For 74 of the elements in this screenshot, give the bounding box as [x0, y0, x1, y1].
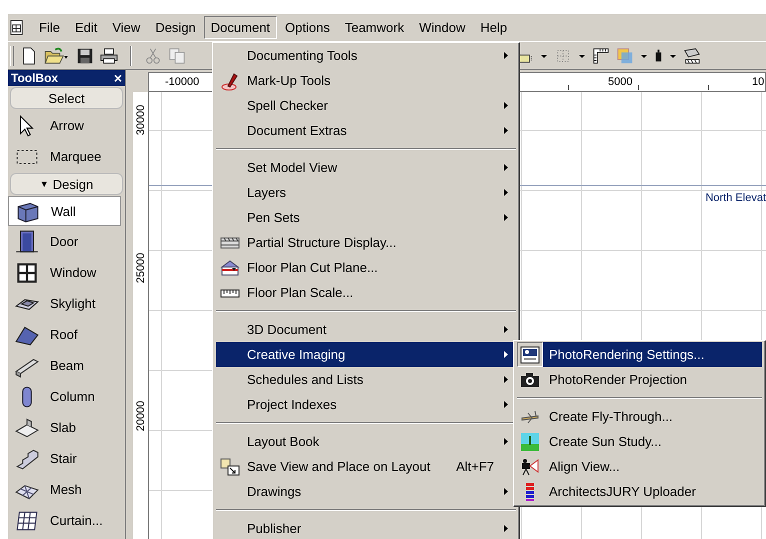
menu-item[interactable]: Layout Book [216, 429, 516, 454]
menu-item[interactable]: Document [204, 16, 278, 39]
menu-item[interactable]: Floor Plan Cut Plane... [216, 255, 516, 280]
menu-item[interactable]: Help [473, 16, 514, 39]
tool-item[interactable]: Marquee [8, 141, 125, 172]
menu-item[interactable]: Project Indexes [216, 392, 516, 417]
ruler-label: 25000 [135, 252, 147, 286]
ruler-label: -10000 [165, 76, 200, 88]
tool-item[interactable]: Stair [8, 443, 125, 474]
hatch-tool-icon[interactable] [683, 46, 701, 64]
movie-camera-icon [520, 456, 540, 476]
menu-item[interactable]: Drawings [216, 479, 516, 504]
sun-landscape-icon [520, 432, 540, 452]
tool-item[interactable]: Window [8, 257, 125, 288]
tool-group-header[interactable]: Select [10, 87, 123, 109]
menu-item[interactable]: Design [148, 16, 203, 39]
panel-title: ToolBox [11, 71, 58, 85]
menu-item[interactable]: Publisher [216, 516, 516, 539]
pen-icon [220, 70, 240, 90]
menu-item[interactable]: Edit [68, 16, 104, 39]
door-icon [14, 228, 40, 254]
group-label: Select [48, 90, 85, 106]
menu-item[interactable]: ArchitectsJURY Uploader [517, 479, 762, 504]
menu-item[interactable]: Layers [216, 180, 516, 205]
tool-item[interactable]: Beam [8, 350, 125, 381]
app-icon[interactable] [10, 19, 24, 36]
menu-item[interactable]: PhotoRender Projection [517, 367, 762, 392]
menu-item[interactable]: PhotoRendering Settings... [517, 342, 762, 367]
menu-item[interactable]: Schedules and Lists [216, 367, 516, 392]
menu-item[interactable]: Mark-Up Tools [216, 68, 516, 93]
tool-item[interactable]: Door [8, 226, 125, 257]
layout-icon [220, 456, 240, 476]
tool-item[interactable]: Column [8, 381, 125, 412]
ruler-label: 5000 [608, 76, 632, 88]
menu-item[interactable]: Spell Checker [216, 93, 516, 118]
menu-item[interactable]: Options [278, 16, 337, 39]
menu-item[interactable]: Pen Sets [216, 205, 516, 230]
tool-item[interactable]: Slab [8, 412, 125, 443]
menu-item[interactable]: 3D Document [216, 317, 516, 342]
save-icon[interactable] [76, 46, 94, 64]
cut-plane-icon [220, 258, 240, 278]
menu-item[interactable]: Set Model View [216, 155, 516, 180]
ruler-label: 20000 [135, 400, 147, 434]
tool-item[interactable]: Curtain... [8, 505, 125, 536]
corner-ruler-icon[interactable] [592, 46, 610, 64]
open-folder-icon[interactable] [44, 46, 70, 64]
tool-group-header[interactable]: ▼ Design [10, 173, 123, 195]
tool-item[interactable]: Mesh [8, 474, 125, 505]
printer-icon[interactable] [100, 46, 118, 64]
menu-item[interactable]: Partial Structure Display... [216, 230, 516, 255]
menu-item[interactable]: Align View... [517, 454, 762, 479]
menu-item[interactable]: Create Sun Study... [517, 429, 762, 454]
settings-dialog-icon [520, 344, 540, 364]
elevation-label: North Elevat [705, 192, 766, 204]
menu-item[interactable]: File [32, 16, 67, 39]
tool-item[interactable]: Wall [8, 196, 121, 226]
menu-item[interactable]: Create Fly-Through... [517, 404, 762, 429]
menu-item[interactable]: Teamwork [338, 16, 412, 39]
expand-toggle[interactable]: ▼ [40, 179, 49, 189]
menu-item[interactable]: Window [412, 16, 472, 39]
close-button[interactable]: × [114, 71, 122, 85]
menu-item[interactable]: Document Extras [216, 118, 516, 143]
tool-item[interactable]: Skylight [8, 288, 125, 319]
group-label: Design [52, 176, 94, 192]
new-document-icon[interactable] [20, 46, 38, 64]
menu-item[interactable]: View [105, 16, 148, 39]
menu-item[interactable]: Save View and Place on Layout Alt+F7 [216, 454, 516, 479]
menu-item[interactable]: Creative Imaging [216, 342, 516, 367]
ruler-label: 10 [752, 76, 764, 88]
menu-item[interactable]: Documenting Tools [216, 43, 516, 68]
menu-item[interactable]: Floor Plan Scale... [216, 280, 516, 305]
ruler-label: 30000 [135, 104, 147, 138]
tool-item[interactable]: Roof [8, 319, 125, 350]
tool-item[interactable]: Arrow [8, 110, 125, 141]
